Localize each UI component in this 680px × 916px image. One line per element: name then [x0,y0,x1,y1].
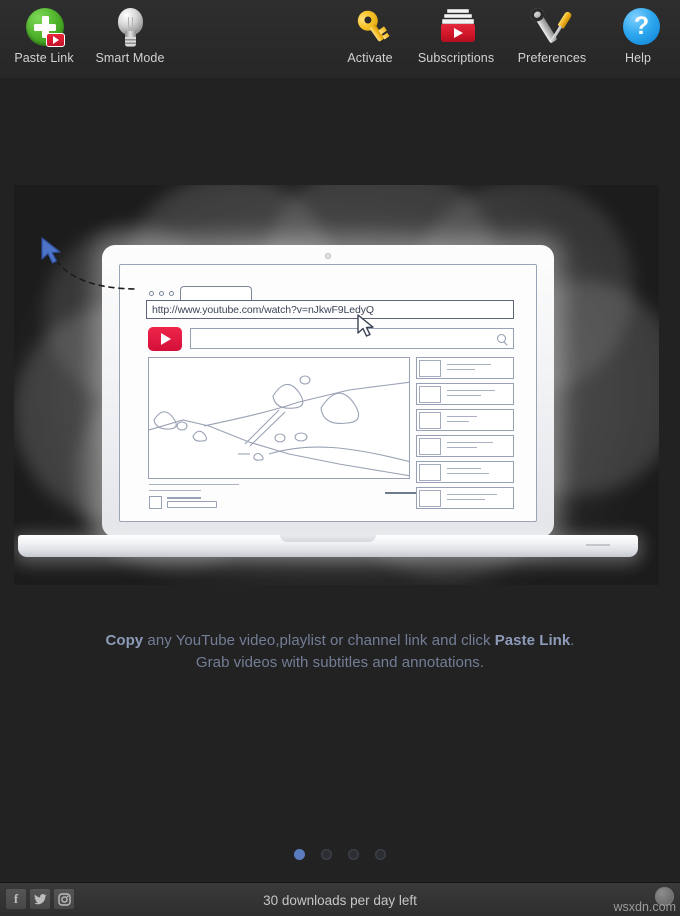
toolbar-right-group: Activate Subscriptions Preferences ? Hel… [332,0,676,79]
browser-url-bar: http://www.youtube.com/watch?v=nJkwF9Led… [146,300,514,319]
browser-tab [180,286,252,301]
toolbar-button-activate[interactable]: Activate [332,0,408,79]
laptop-screen: http://www.youtube.com/watch?v=nJkwF9Led… [119,264,537,522]
screen-cursor-icon [357,314,374,337]
pagination-dots [0,849,680,860]
pagination-dot-1[interactable] [294,849,305,860]
status-bar: f 30 downloads per day left wsxdn.com [0,882,680,916]
caption-line1-mid: any YouTube video,playlist or channel li… [143,632,495,649]
youtube-play-icon [148,327,182,351]
channel-avatar-placeholder [149,496,162,509]
status-bar-text-wrap: 30 downloads per day left [0,883,680,916]
landscape-sketch [149,375,409,477]
pagination-dot-2[interactable] [321,849,332,860]
caption-paste-link-keyword: Paste Link [494,632,571,649]
toolbar-button-paste-link[interactable]: Paste Link [6,0,82,79]
paste-link-icon [22,7,66,49]
toolbar-label-smart-mode: Smart Mode [95,51,165,65]
toolbar-button-subscriptions[interactable]: Subscriptions [408,0,504,79]
browser-mockup: http://www.youtube.com/watch?v=nJkwF9Led… [146,286,514,510]
caption-line-1: Copy any YouTube video,playlist or chann… [0,630,680,652]
list-item [416,357,514,379]
list-item [416,409,514,431]
key-icon [348,6,392,49]
channel-name-line [167,497,201,499]
toolbar-label-help: Help [624,51,652,65]
onboarding-illustration: http://www.youtube.com/watch?v=nJkwF9Led… [14,185,659,585]
list-item [416,461,514,483]
video-subtitle-line [149,490,201,492]
toolbar-label-subscriptions: Subscriptions [417,51,495,65]
subscriptions-tray-icon [434,7,478,49]
youtube-search-field [190,328,514,349]
caption-copy-keyword: Copy [105,632,144,649]
light-bulb-icon [108,7,152,49]
list-item [416,435,514,457]
downloads-remaining-text: 30 downloads per day left [263,892,417,908]
laptop-base [18,535,638,557]
main-toolbar: Paste Link Smart Mode Activate Subscript… [0,0,680,79]
caption-line1-end: . [570,632,575,649]
onboarding-caption: Copy any YouTube video,playlist or chann… [0,630,680,674]
subscribe-button-placeholder [167,501,217,508]
video-player-placeholder [148,357,410,479]
caption-line-2: Grab videos with subtitles and annotatio… [195,654,485,671]
laptop-camera-icon [325,253,331,259]
pagination-dot-4[interactable] [375,849,386,860]
browser-url-text: http://www.youtube.com/watch?v=nJkwF9Led… [152,303,374,316]
laptop-illustration: http://www.youtube.com/watch?v=nJkwF9Led… [18,237,638,557]
list-item [416,487,514,509]
youtube-header-row [146,326,514,352]
magnifier-icon [497,334,506,343]
list-item [416,383,514,405]
toolbar-label-paste-link: Paste Link [14,51,74,65]
wrench-screwdriver-icon [530,7,574,49]
meta-dash [385,492,418,494]
toolbar-left-group: Paste Link Smart Mode [6,0,178,79]
toolbar-button-preferences[interactable]: Preferences [504,0,600,79]
app-window: Paste Link Smart Mode Activate Subscript… [0,0,680,916]
question-mark-icon: ? [616,7,660,49]
watermark-text: wsxdn.com [613,900,676,914]
blue-cursor-icon [41,237,61,264]
toolbar-label-preferences: Preferences [517,51,587,65]
video-title-line [149,484,239,486]
browser-tab-bar [146,286,514,301]
pagination-dot-3[interactable] [348,849,359,860]
related-videos-list [416,357,514,509]
toolbar-button-smart-mode[interactable]: Smart Mode [82,0,178,79]
toolbar-label-activate: Activate [347,51,393,65]
toolbar-button-help[interactable]: ? Help [600,0,676,79]
